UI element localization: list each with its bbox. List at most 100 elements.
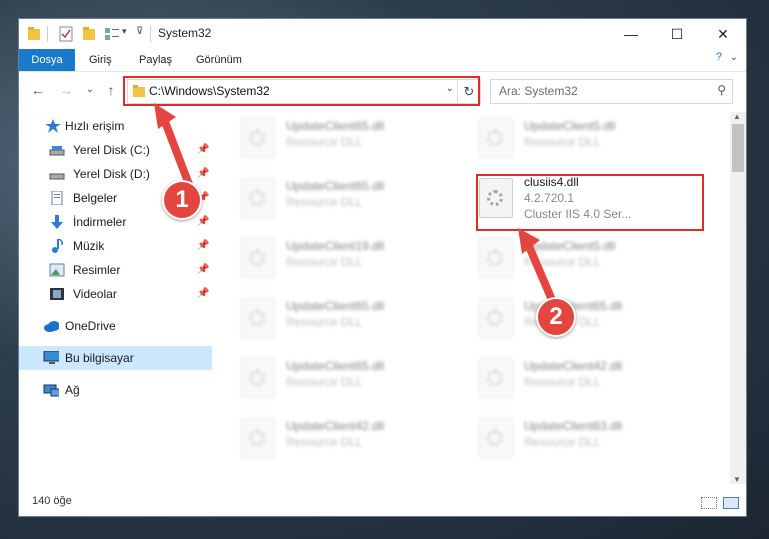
search-input[interactable]: Ara: System32	[499, 84, 578, 98]
up-button[interactable]: ↑	[103, 82, 119, 98]
sidebar-item-network[interactable]: Ağ	[19, 378, 212, 402]
divider	[47, 26, 48, 42]
sidebar-item-onedrive[interactable]: OneDrive	[19, 314, 212, 338]
sidebar-item-label: Resimler	[73, 263, 121, 277]
pin-icon[interactable]: 📌	[197, 210, 209, 234]
file-name: UpdateClient42.dll	[286, 419, 385, 433]
window-title: System32	[158, 26, 212, 40]
download-icon	[51, 215, 63, 229]
dll-file-icon	[241, 298, 275, 338]
file-item[interactable]: UpdateClient65.dll Resource DLL	[219, 174, 449, 222]
tab-share[interactable]: Paylaş	[129, 49, 182, 71]
file-description: Resource DLL	[286, 255, 363, 269]
file-item[interactable]: UpdateClient65.dll Resource DLL	[219, 354, 449, 402]
view-options-icon[interactable]	[104, 26, 120, 42]
drive-icon	[49, 146, 65, 156]
search-box[interactable]: Ara: System32 ⚲	[490, 79, 733, 104]
sidebar-item-label: İndirmeler	[73, 215, 127, 229]
scroll-up-icon[interactable]: ▲	[733, 112, 741, 121]
folder-icon[interactable]	[27, 26, 41, 42]
file-description: Resource DLL	[524, 435, 601, 449]
file-description: Resource DLL	[286, 135, 363, 149]
drive-icon	[49, 173, 65, 180]
ribbon-tabs: Dosya Giriş Paylaş Görünüm ⌄ ?	[19, 49, 746, 72]
vertical-scrollbar[interactable]: ▲ ▼	[730, 112, 746, 484]
large-icons-view-icon[interactable]	[723, 497, 739, 509]
network-icon	[43, 384, 59, 397]
sidebar-item-label: Yerel Disk (D:)	[73, 167, 150, 181]
dll-file-icon	[241, 358, 275, 398]
scroll-thumb[interactable]	[732, 124, 744, 172]
dll-file-icon	[241, 418, 275, 458]
customize-qa-icon[interactable]: ⊽	[136, 26, 143, 42]
file-name: UpdateClient65.dll	[286, 299, 385, 313]
explorer-window: ▾ ⊽ System32 — ☐ ✕ Dosya Giriş Paylaş Gö…	[19, 19, 746, 516]
sidebar-item-label: OneDrive	[65, 319, 116, 333]
title-bar: ▾ ⊽ System32 — ☐ ✕	[19, 19, 746, 49]
back-button[interactable]: ←	[30, 82, 46, 98]
file-name: UpdateClient63.dll	[524, 419, 623, 433]
step-2-badge: 2	[536, 297, 576, 337]
dll-file-icon	[241, 118, 275, 158]
file-item[interactable]: UpdateClient19.dll Resource DLL	[219, 234, 449, 282]
details-view-icon[interactable]	[701, 497, 717, 509]
sidebar-item-label: Müzik	[73, 239, 105, 253]
qa-dropdown-icon[interactable]: ▾	[122, 26, 127, 42]
navigation-bar: ← → ⌄ ↑ C:\Windows\System32 ⌄ ↻ Ara: Sys…	[19, 72, 746, 110]
recent-locations-button[interactable]: ⌄	[82, 82, 98, 98]
dll-file-icon	[479, 118, 513, 158]
cloud-icon	[44, 321, 59, 332]
file-description: Resource DLL	[524, 135, 601, 149]
expand-ribbon-icon[interactable]: ⌄	[730, 52, 738, 63]
file-name: UpdateClient5.dll	[524, 119, 616, 133]
pin-icon[interactable]: 📌	[197, 282, 209, 306]
dll-file-icon	[479, 358, 513, 398]
file-item[interactable]: UpdateClient63.dll Resource DLL	[457, 414, 687, 462]
minimize-button[interactable]: —	[608, 19, 654, 49]
file-description: Resource DLL	[286, 195, 363, 209]
pin-icon[interactable]: 📌	[197, 258, 209, 282]
maximize-button[interactable]: ☐	[654, 19, 700, 49]
divider	[150, 26, 151, 42]
file-name: UpdateClient19.dll	[286, 239, 385, 253]
search-icon[interactable]: ⚲	[717, 83, 726, 97]
file-item[interactable]: UpdateClient42.dll Resource DLL	[457, 354, 687, 402]
help-icon[interactable]: ?	[716, 51, 722, 63]
dll-file-icon	[479, 418, 513, 458]
computer-icon	[43, 351, 59, 364]
videos-icon	[50, 288, 64, 300]
star-icon	[45, 119, 61, 133]
tab-file[interactable]: Dosya	[19, 49, 75, 71]
sidebar-item-label: Bu bilgisayar	[65, 351, 134, 365]
tab-home[interactable]: Giriş	[79, 49, 122, 71]
file-item[interactable]: UpdateClient5.dll Resource DLL	[457, 114, 687, 162]
sidebar-item-label: Yerel Disk (C:)	[73, 143, 150, 157]
file-name: UpdateClient65.dll	[286, 179, 385, 193]
file-name: UpdateClient65.dll	[286, 359, 385, 373]
sidebar-item-videos[interactable]: Videolar 📌	[19, 282, 212, 306]
file-name: UpdateClient42.dll	[524, 359, 623, 373]
sidebar-item-pictures[interactable]: Resimler 📌	[19, 258, 212, 282]
sidebar-item-music[interactable]: Müzik 📌	[19, 234, 212, 258]
file-item[interactable]: UpdateClient42.dll Resource DLL	[219, 414, 449, 462]
sidebar-item-label: Belgeler	[73, 191, 118, 205]
tab-view[interactable]: Görünüm	[186, 49, 252, 71]
properties-icon[interactable]	[59, 26, 73, 42]
new-folder-icon[interactable]	[82, 26, 96, 42]
scroll-down-icon[interactable]: ▼	[733, 475, 741, 484]
file-description: Resource DLL	[286, 315, 363, 329]
forward-button[interactable]: →	[58, 82, 74, 98]
sidebar-item-label: Ağ	[65, 383, 80, 397]
sidebar-item-label: Hızlı erişim	[65, 119, 125, 133]
file-description: Resource DLL	[286, 375, 363, 389]
dll-file-icon	[241, 238, 275, 278]
file-list: UpdateClient65.dll Resource DLL UpdateCl…	[219, 112, 729, 484]
pin-icon[interactable]: 📌	[197, 234, 209, 258]
pictures-icon	[49, 263, 65, 277]
close-button[interactable]: ✕	[700, 19, 746, 49]
status-bar: 140 öğe	[19, 490, 746, 516]
file-item[interactable]: UpdateClient65.dll Resource DLL	[219, 294, 449, 342]
file-item[interactable]: UpdateClient65.dll Resource DLL	[219, 114, 449, 162]
item-count: 140 öğe	[32, 495, 72, 507]
sidebar-item-this-pc[interactable]: Bu bilgisayar	[19, 346, 212, 370]
